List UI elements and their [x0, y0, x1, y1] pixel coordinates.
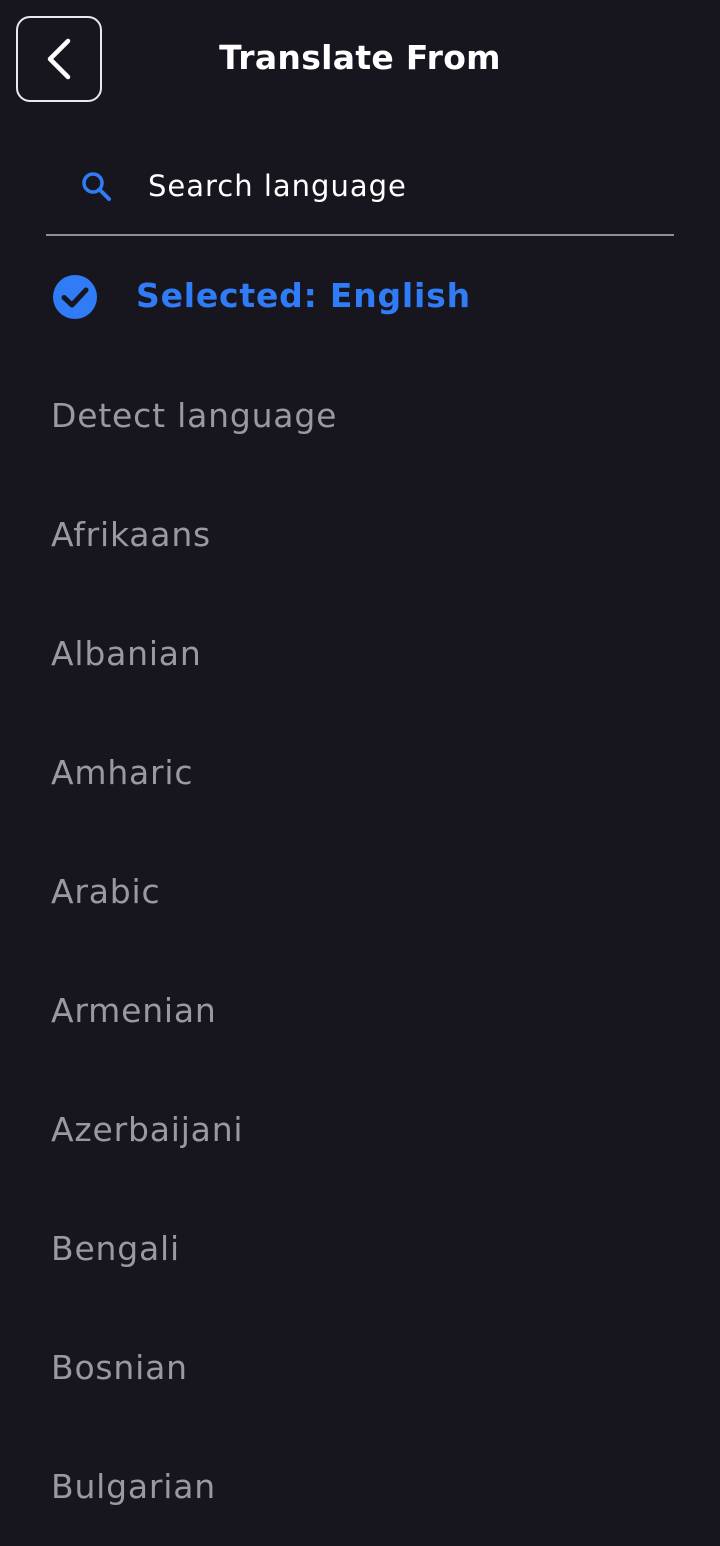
language-item-azerbaijani[interactable]: Azerbaijani — [0, 1070, 720, 1189]
language-item-bulgarian[interactable]: Bulgarian — [0, 1427, 720, 1546]
selected-language-row: Selected: English — [0, 256, 720, 336]
search-icon — [82, 172, 111, 201]
page-title: Translate From — [219, 38, 501, 77]
language-list: Detect language Afrikaans Albanian Amhar… — [0, 356, 720, 1546]
language-item-afrikaans[interactable]: Afrikaans — [0, 475, 720, 594]
selected-language-label: Selected: English — [136, 276, 471, 315]
language-item-bengali[interactable]: Bengali — [0, 1189, 720, 1308]
header: Translate From — [0, 0, 720, 120]
language-item-amharic[interactable]: Amharic — [0, 713, 720, 832]
search-input[interactable] — [148, 162, 648, 210]
language-item-arabic[interactable]: Arabic — [0, 832, 720, 951]
language-item-detect[interactable]: Detect language — [0, 356, 720, 475]
search-bar[interactable] — [46, 140, 674, 236]
check-circle-icon — [53, 275, 97, 319]
language-item-bosnian[interactable]: Bosnian — [0, 1308, 720, 1427]
language-item-albanian[interactable]: Albanian — [0, 594, 720, 713]
language-item-armenian[interactable]: Armenian — [0, 951, 720, 1070]
